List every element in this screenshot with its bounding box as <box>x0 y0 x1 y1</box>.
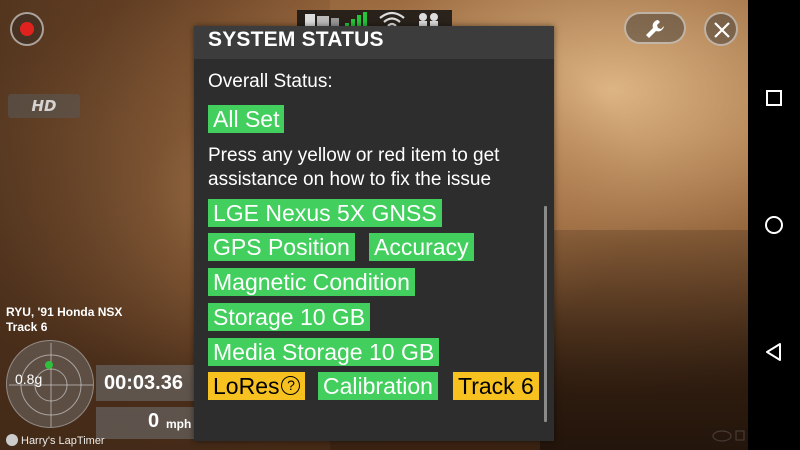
help-text-line-1: Press any yellow or red item to get <box>208 145 500 166</box>
track-name: Track 6 <box>6 320 48 334</box>
dialog-header: SYSTEM STATUS <box>194 26 554 59</box>
record-button[interactable] <box>10 12 44 46</box>
triangle-back-icon[interactable] <box>760 338 788 366</box>
status-item-media-storage[interactable]: Media Storage 10 GB <box>208 338 440 366</box>
close-button[interactable] <box>704 12 738 46</box>
hd-button[interactable]: HD <box>8 94 80 118</box>
status-item-track[interactable]: Track 6 <box>453 372 539 400</box>
circle-home-icon[interactable] <box>760 211 788 239</box>
overall-status-badge: All Set <box>208 105 285 133</box>
speedometer: 0 mph <box>96 407 196 439</box>
gforce-meter: 0.8g <box>6 340 94 428</box>
status-item-device[interactable]: LGE Nexus 5X GNSS <box>208 199 442 227</box>
dialog-scrollbar[interactable] <box>544 206 547 422</box>
status-item-magnetic[interactable]: Magnetic Condition <box>208 268 415 296</box>
settings-button[interactable] <box>624 12 686 44</box>
record-icon <box>20 22 34 36</box>
status-item-lores-label: LoRes <box>213 373 280 399</box>
status-item-accuracy[interactable]: Accuracy <box>369 233 474 261</box>
dialog-title: SYSTEM STATUS <box>208 28 384 51</box>
speed-value: 0 <box>148 410 160 432</box>
speed-unit: mph <box>166 417 192 431</box>
help-icon: ? <box>281 376 301 395</box>
lap-timer: 00:03.36 <box>96 365 196 401</box>
car-info: RYU, '91 Honda NSX Track 6 <box>6 305 122 335</box>
help-text-line-2: assistance on how to fix the issue <box>208 169 492 190</box>
system-nav-bar <box>748 0 800 450</box>
square-recents-icon[interactable] <box>760 84 788 112</box>
gforce-value: 0.8g <box>15 371 43 387</box>
gforce-dot <box>45 361 53 369</box>
status-item-storage[interactable]: Storage 10 GB <box>208 303 371 331</box>
close-icon <box>714 22 730 38</box>
brand-label: Harry's LapTimer <box>21 435 105 447</box>
status-item-lores[interactable]: LoRes? <box>208 372 306 400</box>
system-status-dialog: SYSTEM STATUS Overall Status: Press any … <box>194 26 554 441</box>
status-item-gps-position[interactable]: GPS Position <box>208 233 355 261</box>
overall-status-label: Overall Status: <box>208 71 333 92</box>
wrench-icon <box>646 20 664 38</box>
car-name: RYU, '91 Honda NSX <box>6 305 123 319</box>
cloud-lock-icon <box>712 430 745 442</box>
status-item-calibration[interactable]: Calibration <box>318 372 438 400</box>
logo-icon <box>6 434 18 446</box>
app-brand: Harry's LapTimer <box>6 434 105 447</box>
